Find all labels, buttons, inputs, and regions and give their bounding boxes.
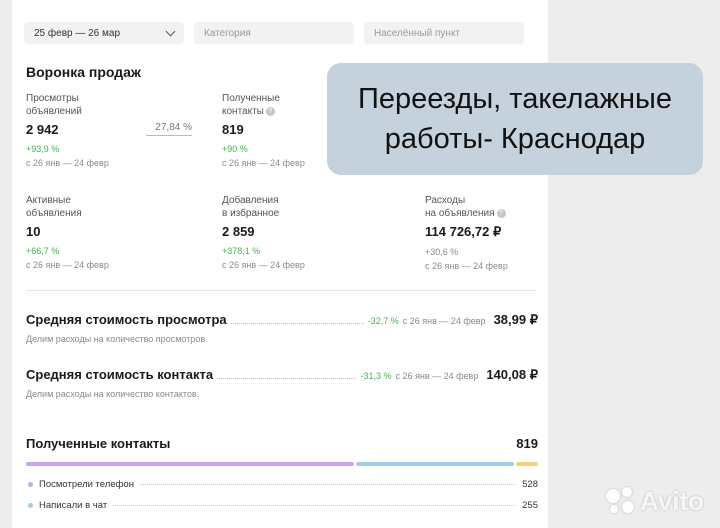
cost-price: 38,99 ₽	[493, 312, 538, 327]
watermark-text: Avito	[640, 486, 705, 516]
metric-label: Полученные	[222, 93, 280, 104]
conversion-rate: 27,84 %	[146, 122, 192, 136]
banner-line-1: Переезды, такелажные	[358, 83, 672, 115]
category-select[interactable]: Категория	[194, 22, 354, 44]
cost-period: с 26 янв — 24 февр	[395, 371, 479, 381]
city-select[interactable]: Населённый пункт	[364, 22, 524, 44]
metric-period: с 26 янв — 24 февр	[222, 158, 305, 168]
metric-change: +378,1 %	[222, 246, 261, 256]
contacts-bar-segment	[26, 462, 354, 466]
dotted-leader	[217, 378, 357, 379]
help-icon[interactable]: ?	[496, 208, 506, 218]
banner-line-2: работы- Краснодар	[384, 123, 646, 155]
contacts-row-label: Посмотрели телефон	[39, 479, 134, 490]
cost-name: Средняя стоимость контакта	[26, 367, 214, 382]
dotted-leader	[113, 505, 517, 506]
metric-label: Добавления	[222, 195, 279, 206]
metric-label: Просмотры	[26, 93, 79, 104]
contacts-row-value: 528	[522, 479, 538, 490]
metric-period: с 26 янв — 24 февр	[26, 260, 109, 270]
contacts-row-value: 255	[522, 500, 538, 511]
metric-label: на объявления	[425, 208, 495, 219]
metric-value: 819	[222, 122, 244, 137]
metric-label: в избранное	[222, 208, 280, 219]
filters-bar: 25 февр — 26 мар Категория Населённый пу…	[24, 22, 524, 44]
legend-dot	[28, 482, 33, 487]
dotted-leader	[139, 484, 517, 485]
contacts-row-phone: Посмотрели телефон 528	[28, 479, 538, 490]
metric-change: +30,6 %	[425, 247, 459, 257]
help-icon[interactable]: ?	[265, 106, 275, 116]
funnel-title: Воронка продаж	[26, 64, 141, 80]
chevron-down-icon	[165, 26, 176, 36]
title-banner: Переезды, такелажные работы- Краснодар	[327, 63, 703, 175]
contacts-bar	[26, 462, 538, 466]
contacts-bar-segment	[515, 462, 538, 466]
metric-contacts: Полученные контакты? 819 +90 % с 26 янв —…	[222, 92, 342, 168]
metric-change: +90 %	[222, 144, 248, 154]
metric-label: Активные	[26, 195, 71, 206]
metric-change: +66,7 %	[26, 246, 60, 256]
avito-watermark: Avito	[606, 486, 704, 517]
metric-value: 114 726,72 ₽	[425, 224, 502, 239]
metric-views: Просмотры объявлений 2 942 +93,9 % с 26 я…	[26, 92, 146, 168]
metric-change: +93,9 %	[26, 144, 60, 154]
contacts-row-chat: Написали в чат 255	[28, 500, 538, 511]
metric-favorites: Добавления в избранное 2 859 +378,1 % с 2…	[222, 194, 342, 270]
metric-value: 2 859	[222, 224, 255, 239]
avg-view-cost: Средняя стоимость просмотра -32,7 % с 26…	[26, 312, 538, 344]
avg-contact-cost: Средняя стоимость контакта -31,3 % с 26 …	[26, 367, 538, 399]
date-range-value: 25 февр — 26 мар	[34, 27, 121, 39]
cost-change: -32,7 %	[367, 316, 399, 326]
date-range-select[interactable]: 25 февр — 26 мар	[24, 22, 184, 44]
metric-label: объявлений	[26, 106, 82, 117]
metric-period: с 26 янв — 24 февр	[222, 260, 305, 270]
cost-hint: Делим расходы на количество контактов.	[26, 389, 200, 399]
cost-price: 140,08 ₽	[486, 367, 538, 382]
section-divider	[26, 290, 536, 291]
cost-change: -31,3 %	[360, 371, 392, 381]
metric-label: Расходы	[425, 195, 466, 206]
metric-value: 2 942	[26, 122, 59, 137]
cost-hint: Делим расходы на количество просмотров.	[26, 334, 208, 344]
cost-period: с 26 янв — 24 февр	[402, 316, 486, 326]
metric-period: с 26 янв — 24 февр	[26, 158, 109, 168]
metric-period: с 26 янв — 24 февр	[425, 261, 508, 271]
metric-active-listings: Активные объявления 10 +66,7 % с 26 янв —…	[26, 194, 146, 270]
metric-expenses: Расходы на объявления? 114 726,72 ₽ +30,6…	[425, 194, 545, 271]
metric-label: объявления	[26, 208, 82, 219]
dotted-leader	[230, 323, 364, 324]
metric-value: 10	[26, 224, 41, 239]
legend-dot	[28, 503, 33, 508]
cost-name: Средняя стоимость просмотра	[26, 312, 227, 327]
contacts-bar-segment	[355, 462, 514, 466]
contacts-total: 819	[516, 436, 538, 451]
metric-label: контакты	[222, 106, 264, 117]
avito-logo-icon	[606, 486, 636, 517]
contacts-title: Полученные контакты	[26, 436, 171, 451]
contacts-row-label: Написали в чат	[39, 500, 108, 511]
